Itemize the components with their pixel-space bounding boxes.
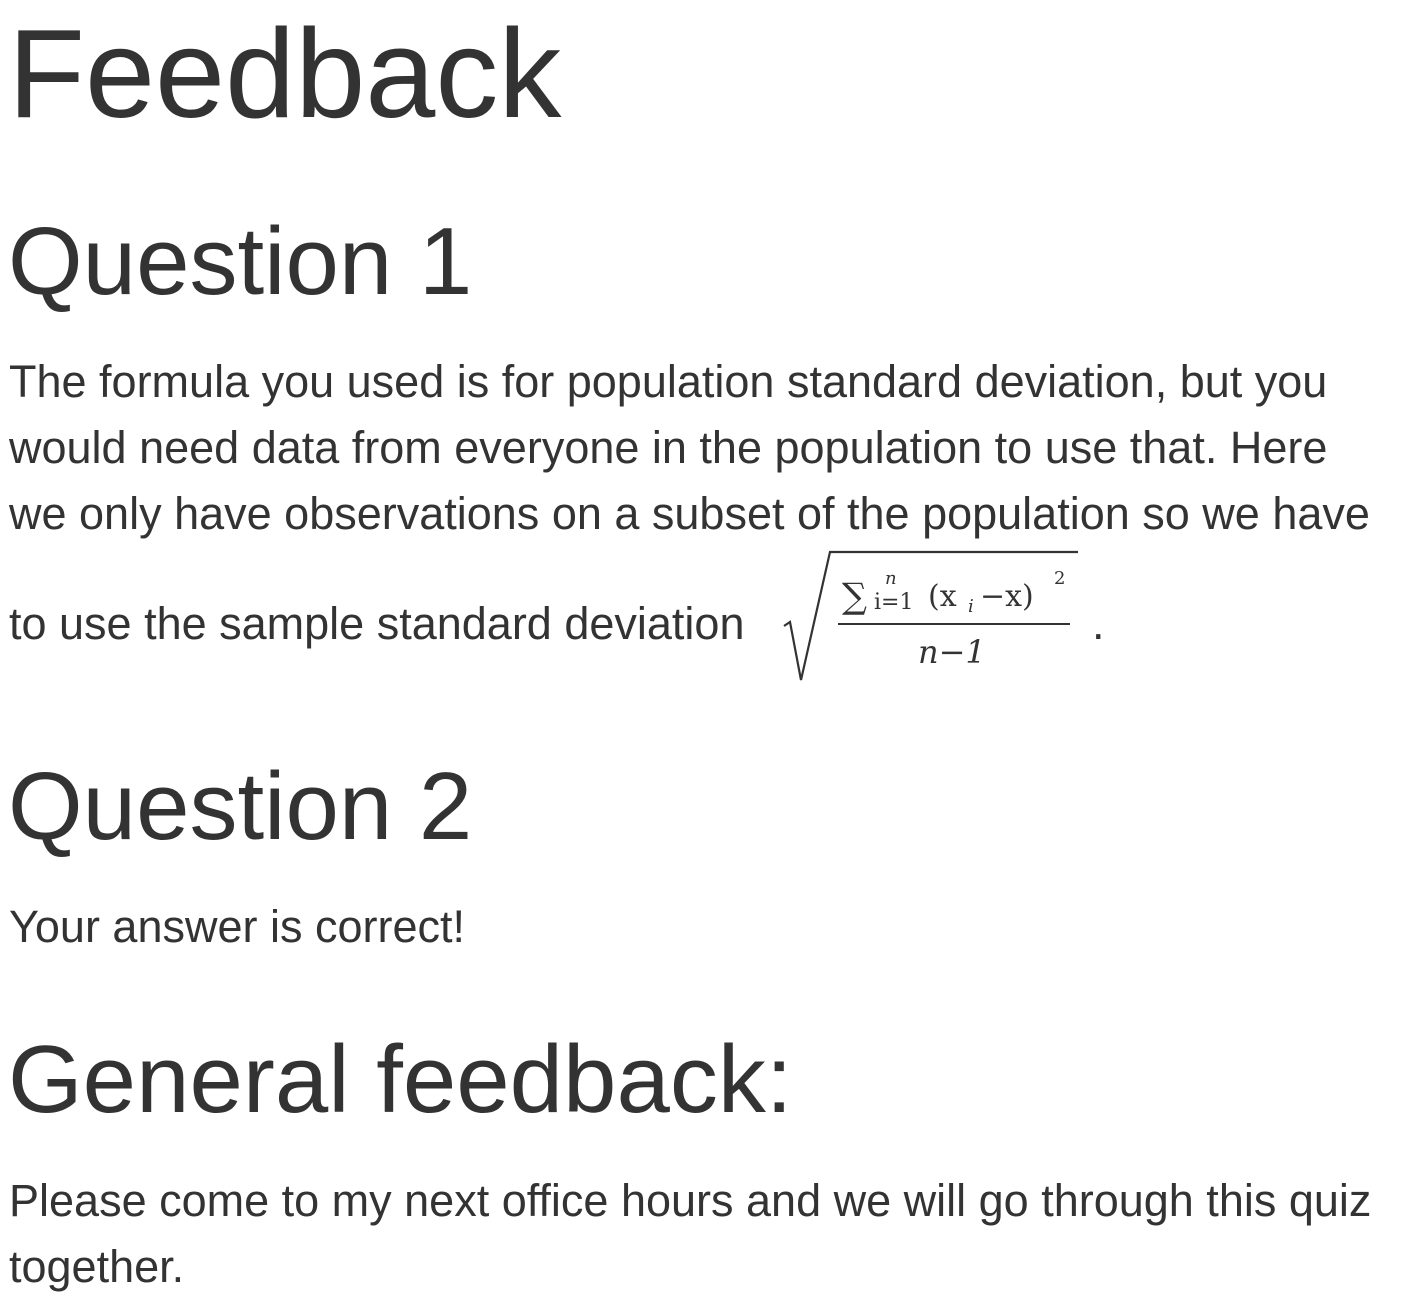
formula-period: . xyxy=(1092,598,1105,649)
numerator-exponent: 2 xyxy=(1054,568,1065,589)
sum-symbol: ∑ xyxy=(842,577,867,617)
question-1-feedback-line-4: to use the sample standard deviation xyxy=(9,598,745,649)
numerator-subscript-i: i xyxy=(968,596,974,617)
numerator-body: (x xyxy=(928,579,957,614)
general-feedback-heading: General feedback: xyxy=(8,1026,793,1133)
question-1-feedback-line-2: would need data from everyone in the pop… xyxy=(9,422,1328,473)
general-feedback-line-1: Please come to my next office hours and … xyxy=(9,1175,1372,1226)
sample-standard-deviation-formula: ∑ n i=1 (x i −x) 2 n−1 xyxy=(783,550,1078,681)
sum-lower-limit: i=1 xyxy=(874,590,913,615)
general-feedback-line-2: together. xyxy=(9,1241,185,1292)
feedback-page: Feedback Question 1 The formula you used… xyxy=(0,0,1428,1299)
sum-upper-limit: n xyxy=(885,568,897,589)
question-2-feedback: Your answer is correct! xyxy=(9,901,466,952)
denominator: n−1 xyxy=(918,633,986,671)
question-1-heading: Question 1 xyxy=(8,208,473,315)
question-1-feedback-line-1: The formula you used is for population s… xyxy=(9,356,1328,407)
numerator-minus-x: −x) xyxy=(980,579,1034,614)
question-1-feedback-line-3: we only have observations on a subset of… xyxy=(9,488,1370,539)
page-title: Feedback xyxy=(8,3,562,144)
question-2-heading: Question 2 xyxy=(8,753,473,860)
